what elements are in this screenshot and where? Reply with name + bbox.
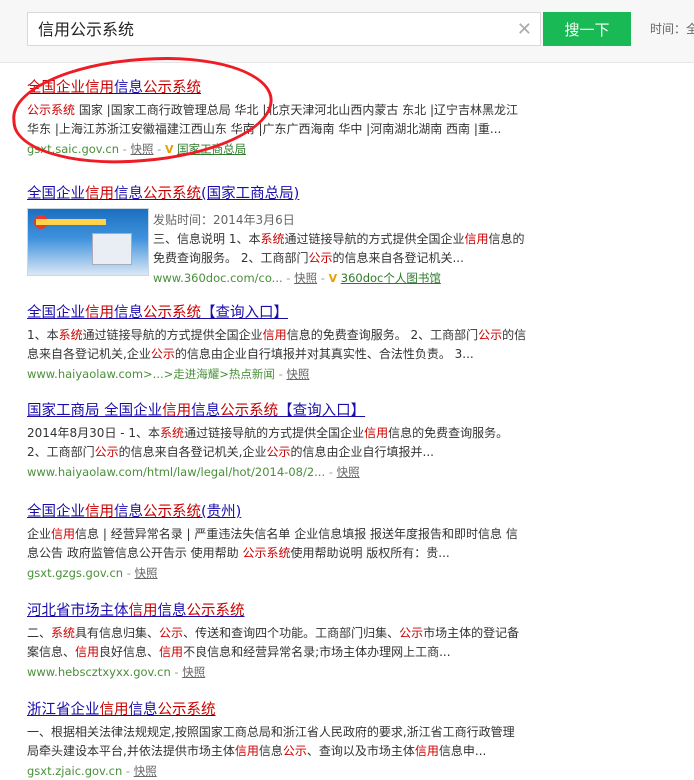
result-meta: www.haiyaolaw.com>...>走进海耀>热点新闻 - 快照: [27, 367, 310, 381]
result-item: 全国企业信用信息公示系统 公示系统 国家 |国家工商行政管理总局 华北 |北京天…: [27, 78, 547, 159]
result-url: www.haiyaolaw.com/html/law/legal/hot/201…: [27, 465, 326, 479]
result-meta: www.haiyaolaw.com/html/law/legal/hot/201…: [27, 465, 360, 479]
result-meta: gsxt.zjaic.gov.cn - 快照: [27, 764, 157, 778]
search-box: ✕: [27, 12, 541, 47]
cache-link[interactable]: 快照: [134, 764, 157, 778]
result-snippet: 2014年8月30日 - 1、本系统通过链接导航的方式提供全国企业信用信息的免费…: [27, 426, 509, 459]
result-meta: www.360doc.com/co... - 快照 - V 360doc个人图书…: [153, 271, 441, 285]
close-icon[interactable]: ✕: [517, 19, 532, 40]
search-header: ✕ 搜一下 时间：全: [0, 0, 694, 63]
result-item: 浙江省企业信用信息公示系统 一、根据相关法律法规规定,按照国家工商总局和浙江省人…: [27, 700, 547, 780]
result-item: 全国企业信用信息公示系统【查询入口】 1、本系统通过链接导航的方式提供全国企业信…: [27, 303, 547, 383]
result-meta: gsxt.saic.gov.cn - 快照 - V 国家工商总局: [27, 142, 247, 156]
result-url: gsxt.saic.gov.cn: [27, 142, 119, 156]
result-meta: gsxt.gzgs.gov.cn - 快照: [27, 566, 158, 580]
result-url: gsxt.gzgs.gov.cn: [27, 566, 124, 580]
result-url: www.hebscztxyxx.gov.cn: [27, 665, 171, 679]
verified-icon: V: [328, 272, 338, 285]
result-item: 河北省市场主体信用信息公示系统 二、系统具有信息归集、公示、传送和查询四个功能。…: [27, 601, 547, 681]
result-title[interactable]: 河北省市场主体信用信息公示系统: [27, 601, 547, 621]
result-item: 国家工商局 全国企业信用信息公示系统【查询入口】 2014年8月30日 - 1、…: [27, 401, 547, 481]
result-url: www.haiyaolaw.com>...>走进海耀>热点新闻: [27, 367, 275, 381]
cache-link[interactable]: 快照: [294, 271, 317, 285]
result-snippet: 企业信用信息 | 经营异常名录 | 严重违法失信名单 企业信息填报 报送年度报告…: [27, 527, 518, 560]
result-snippet: 公示系统 国家 |国家工商行政管理总局 华北 |北京天津河北山西内蒙古 东北 |…: [27, 103, 519, 136]
result-title[interactable]: 国家工商局 全国企业信用信息公示系统【查询入口】: [27, 401, 547, 421]
thumbnail-banner: [36, 219, 106, 225]
result-meta: www.hebscztxyxx.gov.cn - 快照: [27, 665, 206, 679]
source-link[interactable]: 360doc个人图书馆: [341, 271, 441, 285]
result-title[interactable]: 全国企业信用信息公示系统: [27, 78, 547, 98]
time-filter[interactable]: 时间：全: [650, 20, 694, 37]
cache-link[interactable]: 快照: [182, 665, 205, 679]
result-snippet: 一、根据相关法律法规规定,按照国家工商总局和浙江省人民政府的要求,浙江省工商行政…: [27, 725, 515, 758]
result-title[interactable]: 浙江省企业信用信息公示系统: [27, 700, 547, 720]
result-url: www.360doc.com/co...: [153, 271, 283, 285]
result-snippet: 1、本系统通过链接导航的方式提供全国企业信用信息的免费查询服务。 2、工商部门公…: [27, 328, 527, 361]
result-snippet: 二、系统具有信息归集、公示、传送和查询四个功能。工商部门归集、公示市场主体的登记…: [27, 626, 520, 659]
result-thumbnail[interactable]: [27, 208, 149, 276]
result-title[interactable]: 全国企业信用信息公示系统【查询入口】: [27, 303, 547, 323]
search-button[interactable]: 搜一下: [543, 12, 631, 46]
verified-icon: V: [164, 143, 174, 156]
result-url: gsxt.zjaic.gov.cn: [27, 764, 123, 778]
cache-link[interactable]: 快照: [337, 465, 360, 479]
cache-link[interactable]: 快照: [130, 142, 153, 156]
search-input[interactable]: [36, 13, 510, 47]
cache-link[interactable]: 快照: [135, 566, 158, 580]
result-title[interactable]: 全国企业信用信息公示系统(贵州): [27, 502, 547, 522]
result-item: 全国企业信用信息公示系统(国家工商总局) 发贴时间：2014年3月6日 三、信息…: [27, 184, 547, 285]
cache-link[interactable]: 快照: [286, 367, 309, 381]
source-link[interactable]: 国家工商总局: [177, 142, 246, 156]
result-snippet: 发贴时间：2014年3月6日 三、信息说明 1、本系统通过链接导航的方式提供全国…: [153, 213, 525, 265]
building-icon: [92, 233, 132, 265]
result-item: 全国企业信用信息公示系统(贵州) 企业信用信息 | 经营异常名录 | 严重违法失…: [27, 502, 547, 582]
result-title[interactable]: 全国企业信用信息公示系统(国家工商总局): [27, 184, 547, 204]
